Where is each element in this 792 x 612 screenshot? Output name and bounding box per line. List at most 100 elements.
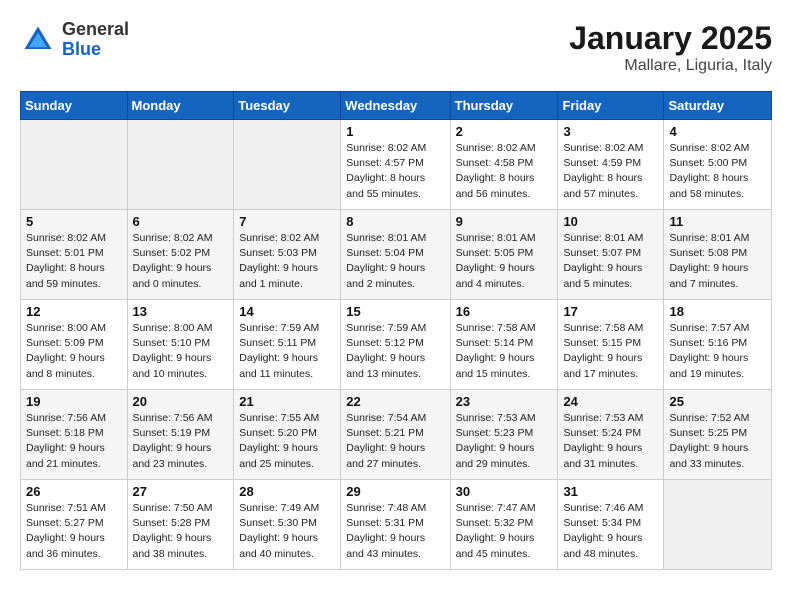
day-info: Sunrise: 7:53 AM Sunset: 5:24 PM Dayligh… (563, 411, 658, 472)
day-info: Sunrise: 7:55 AM Sunset: 5:20 PM Dayligh… (239, 411, 335, 472)
calendar-day-cell: 7 Sunrise: 8:02 AM Sunset: 5:03 PM Daylig… (234, 210, 341, 300)
day-number: 18 (669, 304, 766, 319)
calendar-week-row: 19 Sunrise: 7:56 AM Sunset: 5:18 PM Dayli… (21, 390, 772, 480)
day-number: 23 (456, 394, 553, 409)
weekday-header: Friday (558, 92, 664, 120)
day-info: Sunrise: 7:47 AM Sunset: 5:32 PM Dayligh… (456, 501, 553, 562)
day-number: 27 (133, 484, 229, 499)
day-number: 17 (563, 304, 658, 319)
day-number: 21 (239, 394, 335, 409)
weekday-header: Monday (127, 92, 234, 120)
logo: General Blue (20, 20, 129, 60)
day-info: Sunrise: 7:58 AM Sunset: 5:15 PM Dayligh… (563, 321, 658, 382)
day-number: 31 (563, 484, 658, 499)
calendar-day-cell: 23Sunrise: 7:53 AM Sunset: 5:23 PM Dayli… (450, 390, 558, 480)
day-info: Sunrise: 7:54 AM Sunset: 5:21 PM Dayligh… (346, 411, 444, 472)
day-info: Sunrise: 8:01 AM Sunset: 5:08 PM Dayligh… (669, 231, 766, 292)
calendar-day-cell: 1Sunrise: 8:02 AM Sunset: 4:57 PM Daylig… (341, 120, 450, 210)
day-info: Sunrise: 7:48 AM Sunset: 5:31 PM Dayligh… (346, 501, 444, 562)
logo-text: General Blue (62, 20, 129, 60)
day-number: 3 (563, 124, 658, 139)
day-number: 7 (239, 214, 335, 229)
day-number: 20 (133, 394, 229, 409)
day-info: Sunrise: 8:00 AM Sunset: 5:09 PM Dayligh… (26, 321, 122, 382)
calendar-day-cell (127, 120, 234, 210)
calendar-day-cell: 29 Sunrise: 7:48 AM Sunset: 5:31 PM Dayli… (341, 480, 450, 570)
calendar-day-cell: 25 Sunrise: 7:52 AM Sunset: 5:25 PM Dayli… (664, 390, 772, 480)
day-number: 4 (669, 124, 766, 139)
weekday-header: Thursday (450, 92, 558, 120)
calendar-day-cell: 24 Sunrise: 7:53 AM Sunset: 5:24 PM Dayli… (558, 390, 664, 480)
calendar-title: January 2025 (569, 20, 772, 57)
logo-icon (20, 22, 56, 58)
weekday-header-row: SundayMondayTuesdayWednesdayThursdayFrid… (21, 92, 772, 120)
calendar-day-cell: 12 Sunrise: 8:00 AM Sunset: 5:09 PM Dayli… (21, 300, 128, 390)
day-info: Sunrise: 8:00 AM Sunset: 5:10 PM Dayligh… (133, 321, 229, 382)
weekday-header: Wednesday (341, 92, 450, 120)
calendar-week-row: 26 Sunrise: 7:51 AM Sunset: 5:27 PM Dayli… (21, 480, 772, 570)
page-header: General Blue January 2025 Mallare, Ligur… (20, 20, 772, 75)
calendar-day-cell: 17 Sunrise: 7:58 AM Sunset: 5:15 PM Dayli… (558, 300, 664, 390)
day-info: Sunrise: 7:46 AM Sunset: 5:34 PM Dayligh… (563, 501, 658, 562)
calendar-day-cell: 3 Sunrise: 8:02 AM Sunset: 4:59 PM Daylig… (558, 120, 664, 210)
calendar-day-cell (664, 480, 772, 570)
calendar-day-cell: 9 Sunrise: 8:01 AM Sunset: 5:05 PM Daylig… (450, 210, 558, 300)
logo-blue: Blue (62, 40, 129, 60)
day-number: 10 (563, 214, 658, 229)
day-info: Sunrise: 7:59 AM Sunset: 5:12 PM Dayligh… (346, 321, 444, 382)
calendar-day-cell: 30Sunrise: 7:47 AM Sunset: 5:32 PM Dayli… (450, 480, 558, 570)
day-number: 25 (669, 394, 766, 409)
calendar-day-cell: 4 Sunrise: 8:02 AM Sunset: 5:00 PM Daylig… (664, 120, 772, 210)
day-number: 24 (563, 394, 658, 409)
title-block: January 2025 Mallare, Liguria, Italy (569, 20, 772, 75)
calendar-day-cell: 6Sunrise: 8:02 AM Sunset: 5:02 PM Daylig… (127, 210, 234, 300)
calendar-day-cell: 14Sunrise: 7:59 AM Sunset: 5:11 PM Dayli… (234, 300, 341, 390)
weekday-header: Tuesday (234, 92, 341, 120)
day-number: 22 (346, 394, 444, 409)
day-info: Sunrise: 7:56 AM Sunset: 5:18 PM Dayligh… (26, 411, 122, 472)
day-info: Sunrise: 8:02 AM Sunset: 5:00 PM Dayligh… (669, 141, 766, 202)
calendar-day-cell: 2 Sunrise: 8:02 AM Sunset: 4:58 PM Daylig… (450, 120, 558, 210)
day-number: 2 (456, 124, 553, 139)
day-number: 12 (26, 304, 122, 319)
calendar-day-cell: 22 Sunrise: 7:54 AM Sunset: 5:21 PM Dayli… (341, 390, 450, 480)
calendar-week-row: 1Sunrise: 8:02 AM Sunset: 4:57 PM Daylig… (21, 120, 772, 210)
day-number: 8 (346, 214, 444, 229)
day-number: 9 (456, 214, 553, 229)
calendar-day-cell: 26 Sunrise: 7:51 AM Sunset: 5:27 PM Dayli… (21, 480, 128, 570)
day-number: 29 (346, 484, 444, 499)
day-info: Sunrise: 8:02 AM Sunset: 4:58 PM Dayligh… (456, 141, 553, 202)
calendar-day-cell: 18Sunrise: 7:57 AM Sunset: 5:16 PM Dayli… (664, 300, 772, 390)
calendar-day-cell: 20Sunrise: 7:56 AM Sunset: 5:19 PM Dayli… (127, 390, 234, 480)
day-info: Sunrise: 8:02 AM Sunset: 5:01 PM Dayligh… (26, 231, 122, 292)
calendar-day-cell: 27Sunrise: 7:50 AM Sunset: 5:28 PM Dayli… (127, 480, 234, 570)
day-info: Sunrise: 8:02 AM Sunset: 5:02 PM Dayligh… (133, 231, 229, 292)
day-info: Sunrise: 7:51 AM Sunset: 5:27 PM Dayligh… (26, 501, 122, 562)
day-info: Sunrise: 7:52 AM Sunset: 5:25 PM Dayligh… (669, 411, 766, 472)
day-info: Sunrise: 8:02 AM Sunset: 5:03 PM Dayligh… (239, 231, 335, 292)
calendar-day-cell: 31 Sunrise: 7:46 AM Sunset: 5:34 PM Dayli… (558, 480, 664, 570)
day-info: Sunrise: 7:49 AM Sunset: 5:30 PM Dayligh… (239, 501, 335, 562)
calendar-day-cell: 10 Sunrise: 8:01 AM Sunset: 5:07 PM Dayli… (558, 210, 664, 300)
day-number: 16 (456, 304, 553, 319)
weekday-header: Sunday (21, 92, 128, 120)
calendar-week-row: 12 Sunrise: 8:00 AM Sunset: 5:09 PM Dayli… (21, 300, 772, 390)
day-number: 19 (26, 394, 122, 409)
day-info: Sunrise: 8:02 AM Sunset: 4:59 PM Dayligh… (563, 141, 658, 202)
calendar-day-cell: 19 Sunrise: 7:56 AM Sunset: 5:18 PM Dayli… (21, 390, 128, 480)
day-number: 26 (26, 484, 122, 499)
day-info: Sunrise: 8:01 AM Sunset: 5:07 PM Dayligh… (563, 231, 658, 292)
logo-general: General (62, 20, 129, 40)
day-info: Sunrise: 8:01 AM Sunset: 5:05 PM Dayligh… (456, 231, 553, 292)
calendar-subtitle: Mallare, Liguria, Italy (569, 57, 772, 75)
calendar-day-cell: 13Sunrise: 8:00 AM Sunset: 5:10 PM Dayli… (127, 300, 234, 390)
day-number: 15 (346, 304, 444, 319)
calendar-day-cell: 5Sunrise: 8:02 AM Sunset: 5:01 PM Daylig… (21, 210, 128, 300)
calendar-day-cell (21, 120, 128, 210)
calendar-day-cell: 16Sunrise: 7:58 AM Sunset: 5:14 PM Dayli… (450, 300, 558, 390)
calendar-week-row: 5Sunrise: 8:02 AM Sunset: 5:01 PM Daylig… (21, 210, 772, 300)
day-info: Sunrise: 8:01 AM Sunset: 5:04 PM Dayligh… (346, 231, 444, 292)
calendar-table: SundayMondayTuesdayWednesdayThursdayFrid… (20, 91, 772, 570)
day-number: 1 (346, 124, 444, 139)
calendar-day-cell: 21 Sunrise: 7:55 AM Sunset: 5:20 PM Dayli… (234, 390, 341, 480)
